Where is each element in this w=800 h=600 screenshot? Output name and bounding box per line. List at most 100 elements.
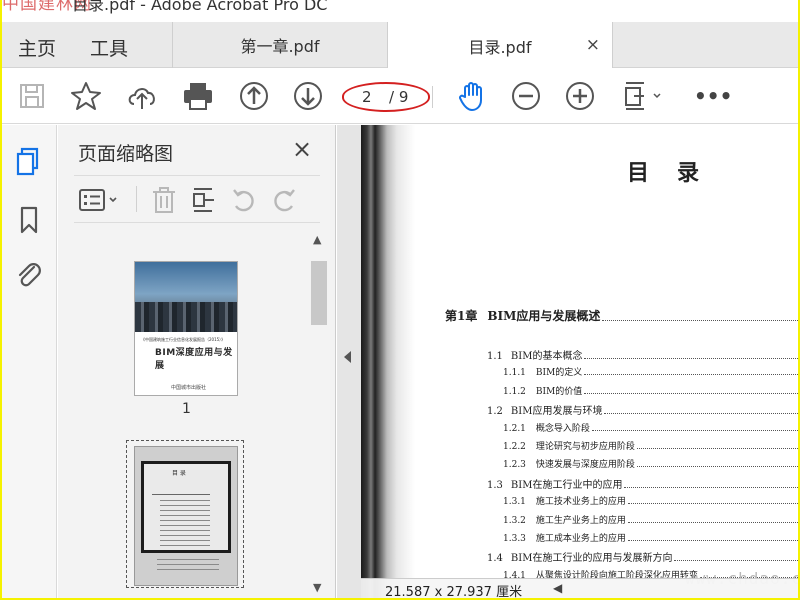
print-icon[interactable] — [182, 80, 214, 112]
options-menu-icon[interactable] — [78, 186, 122, 214]
visible-area-box[interactable]: 目 录 — [141, 461, 231, 553]
thumbnail-list: 《中国建筑施工行业信息化发展报告（2015）》 BIM深度应用与发展 中国城市出… — [74, 231, 310, 598]
doc-tab-toc[interactable]: 目录.pdf × — [387, 22, 613, 69]
thumbnails-panel: 页面缩略图 × 《中国建筑施工行业信息化发展报告（2015）》 BIM深度应用与… — [58, 125, 336, 598]
page-up-icon[interactable] — [238, 80, 270, 112]
toc-entry[interactable]: 1.1 BIM的基本概念 — [487, 347, 798, 362]
fit-page-icon[interactable] — [620, 80, 664, 112]
left-rail — [2, 125, 57, 598]
chevron-left-icon[interactable]: ◀ — [553, 581, 562, 595]
toc-entry-number: 1.2.1 — [503, 423, 526, 434]
toc-entry[interactable]: 1.1.1 BIM的定义 — [503, 365, 798, 378]
toc-entry[interactable]: 1.2.2 理论研究与初步应用阶段 — [503, 439, 798, 452]
delete-icon[interactable] — [150, 186, 178, 214]
tab-bar: 主页 工具 第一章.pdf 目录.pdf × — [2, 22, 798, 69]
toolbar-divider — [136, 186, 137, 212]
collapse-arrow-icon — [344, 351, 351, 363]
toc-entry[interactable]: 1.4 BIM在施工行业的应用与发展新方向 — [487, 549, 798, 564]
toc-entry[interactable]: 1.2.3 快速发展与深度应用阶段 — [503, 457, 798, 470]
toc-entry-text: BIM的基本概念 — [510, 351, 583, 362]
toc-entry[interactable]: 1.3.1 施工技术业务上的应用 — [503, 494, 798, 507]
toc-line — [160, 545, 210, 546]
toc-entry-number: 1.1.2 — [503, 386, 526, 397]
toc-entry-text: 施工技术业务上的应用 — [535, 497, 626, 508]
toc-line — [157, 564, 219, 565]
thumbnail-label: 1 — [182, 401, 191, 417]
cloud-upload-icon[interactable] — [126, 80, 158, 112]
attachment-icon[interactable] — [14, 259, 44, 289]
toc-entry-number: 1.3.3 — [503, 534, 526, 544]
toc-leader-dots — [627, 521, 798, 523]
toc-leader-dots — [636, 448, 798, 449]
toc-entry-text: BIM在施工行业中的应用 — [510, 479, 623, 491]
thumbnail-page-title: 目 录 — [172, 470, 186, 477]
page-thumbnails-icon[interactable] — [14, 147, 44, 177]
toc-leader-dots — [584, 374, 798, 376]
toc-entry-number: 1.1.1 — [503, 368, 526, 379]
panel-title: 页面缩略图 — [78, 143, 174, 165]
doc-tab-label: 第一章.pdf — [240, 37, 320, 56]
hand-tool-icon[interactable] — [456, 80, 488, 112]
toc-leader-dots — [636, 466, 798, 468]
scroll-thumb[interactable] — [311, 261, 327, 325]
current-page[interactable]: 2 — [362, 88, 372, 106]
toc-entry-text: 概念导入阶段 — [535, 423, 590, 434]
thumbnail-toolbar — [74, 175, 320, 223]
title-bar: 中国建林网 目录.pdf - Adobe Acrobat Pro DC — [2, 0, 798, 22]
cover-publisher: 中国城市出版社 — [171, 385, 207, 391]
tab-home[interactable]: 主页 — [18, 34, 56, 61]
toc-entry[interactable]: 1.3.3 施工成本业务上的应用 — [503, 531, 798, 544]
page-number-field[interactable]: 2 / 9 — [342, 82, 430, 112]
zoom-out-icon[interactable] — [510, 80, 542, 112]
thumbnail-scrollbar[interactable]: ▲ ▼ — [310, 231, 328, 596]
page-thumbnail-2[interactable]: 目 录 — [134, 446, 238, 586]
close-icon[interactable]: × — [586, 35, 600, 55]
toc-entry[interactable]: 1.2 BIM应用发展与环境 — [487, 402, 798, 417]
toc-leader-dots — [627, 540, 798, 541]
toc-leader-dots — [591, 429, 798, 431]
toc-line — [160, 520, 210, 521]
page-down-icon[interactable] — [292, 80, 324, 112]
panel-collapse-handle[interactable] — [337, 125, 361, 598]
toc-line — [160, 510, 210, 511]
toc-entry[interactable]: 第1章 BIM应用与发展概述 — [445, 307, 798, 324]
toc-line — [160, 540, 210, 541]
scroll-down-icon[interactable]: ▼ — [313, 581, 321, 594]
toc-entry[interactable]: 1.1.2 BIM的价值 — [503, 384, 798, 397]
toc-entry-text: 理论研究与初步应用阶段 — [535, 442, 635, 452]
toc-line — [157, 559, 219, 560]
save-icon[interactable] — [16, 80, 48, 112]
toc-entry-text: 施工成本业务上的应用 — [535, 534, 626, 544]
star-icon[interactable] — [70, 80, 102, 112]
scan-edge-shadow — [361, 125, 415, 598]
rotate-left-icon[interactable] — [230, 186, 258, 214]
toc-leader-dots — [584, 392, 798, 394]
toc-entry[interactable]: 1.3 BIM在施工行业中的应用 — [487, 476, 798, 491]
acrobat-window: 中国建林网 目录.pdf - Adobe Acrobat Pro DC 主页 工… — [2, 0, 798, 598]
toc-entry-number: 1.2.2 — [503, 442, 526, 452]
bookmark-icon[interactable] — [14, 205, 44, 235]
toolbar-divider — [432, 86, 433, 108]
more-tools-icon[interactable]: ••• — [694, 84, 732, 116]
toc-entry-text: BIM应用发展与环境 — [510, 406, 603, 418]
tab-tools[interactable]: 工具 — [90, 34, 128, 61]
toc-entry-number: 第1章 — [445, 309, 478, 323]
window-title: 目录.pdf - Adobe Acrobat Pro DC — [72, 0, 328, 14]
scroll-up-icon[interactable]: ▲ — [313, 233, 321, 246]
cover-city-image — [135, 302, 237, 332]
page-thumbnail-1[interactable]: 《中国建筑施工行业信息化发展报告（2015）》 BIM深度应用与发展 中国城市出… — [134, 261, 238, 396]
close-icon[interactable]: × — [292, 135, 312, 163]
document-view[interactable]: 目录 第1章 BIM应用与发展概述 1.1 BIM的基本概念 1.1.1 BIM的定义 1.… — [361, 125, 798, 598]
cover-subtitle: 《中国建筑施工行业信息化发展报告（2015）》 — [141, 337, 226, 342]
toc-entry[interactable]: 1.2.1 概念导入阶段 — [503, 421, 798, 434]
insert-page-icon[interactable] — [190, 186, 218, 214]
rotate-right-icon[interactable] — [270, 186, 298, 214]
toc-line — [160, 525, 210, 526]
toc-entry-number: 1.3.2 — [503, 515, 526, 526]
toc-entry[interactable]: 1.3.2 施工生产业务上的应用 — [503, 513, 798, 526]
cover-title: BIM深度应用与发展 — [155, 348, 233, 371]
toc-leader-dots — [584, 358, 798, 359]
zoom-in-icon[interactable] — [564, 80, 596, 112]
doc-tab-chapter1[interactable]: 第一章.pdf — [172, 22, 387, 68]
toc-entry-text: BIM的定义 — [535, 368, 583, 379]
